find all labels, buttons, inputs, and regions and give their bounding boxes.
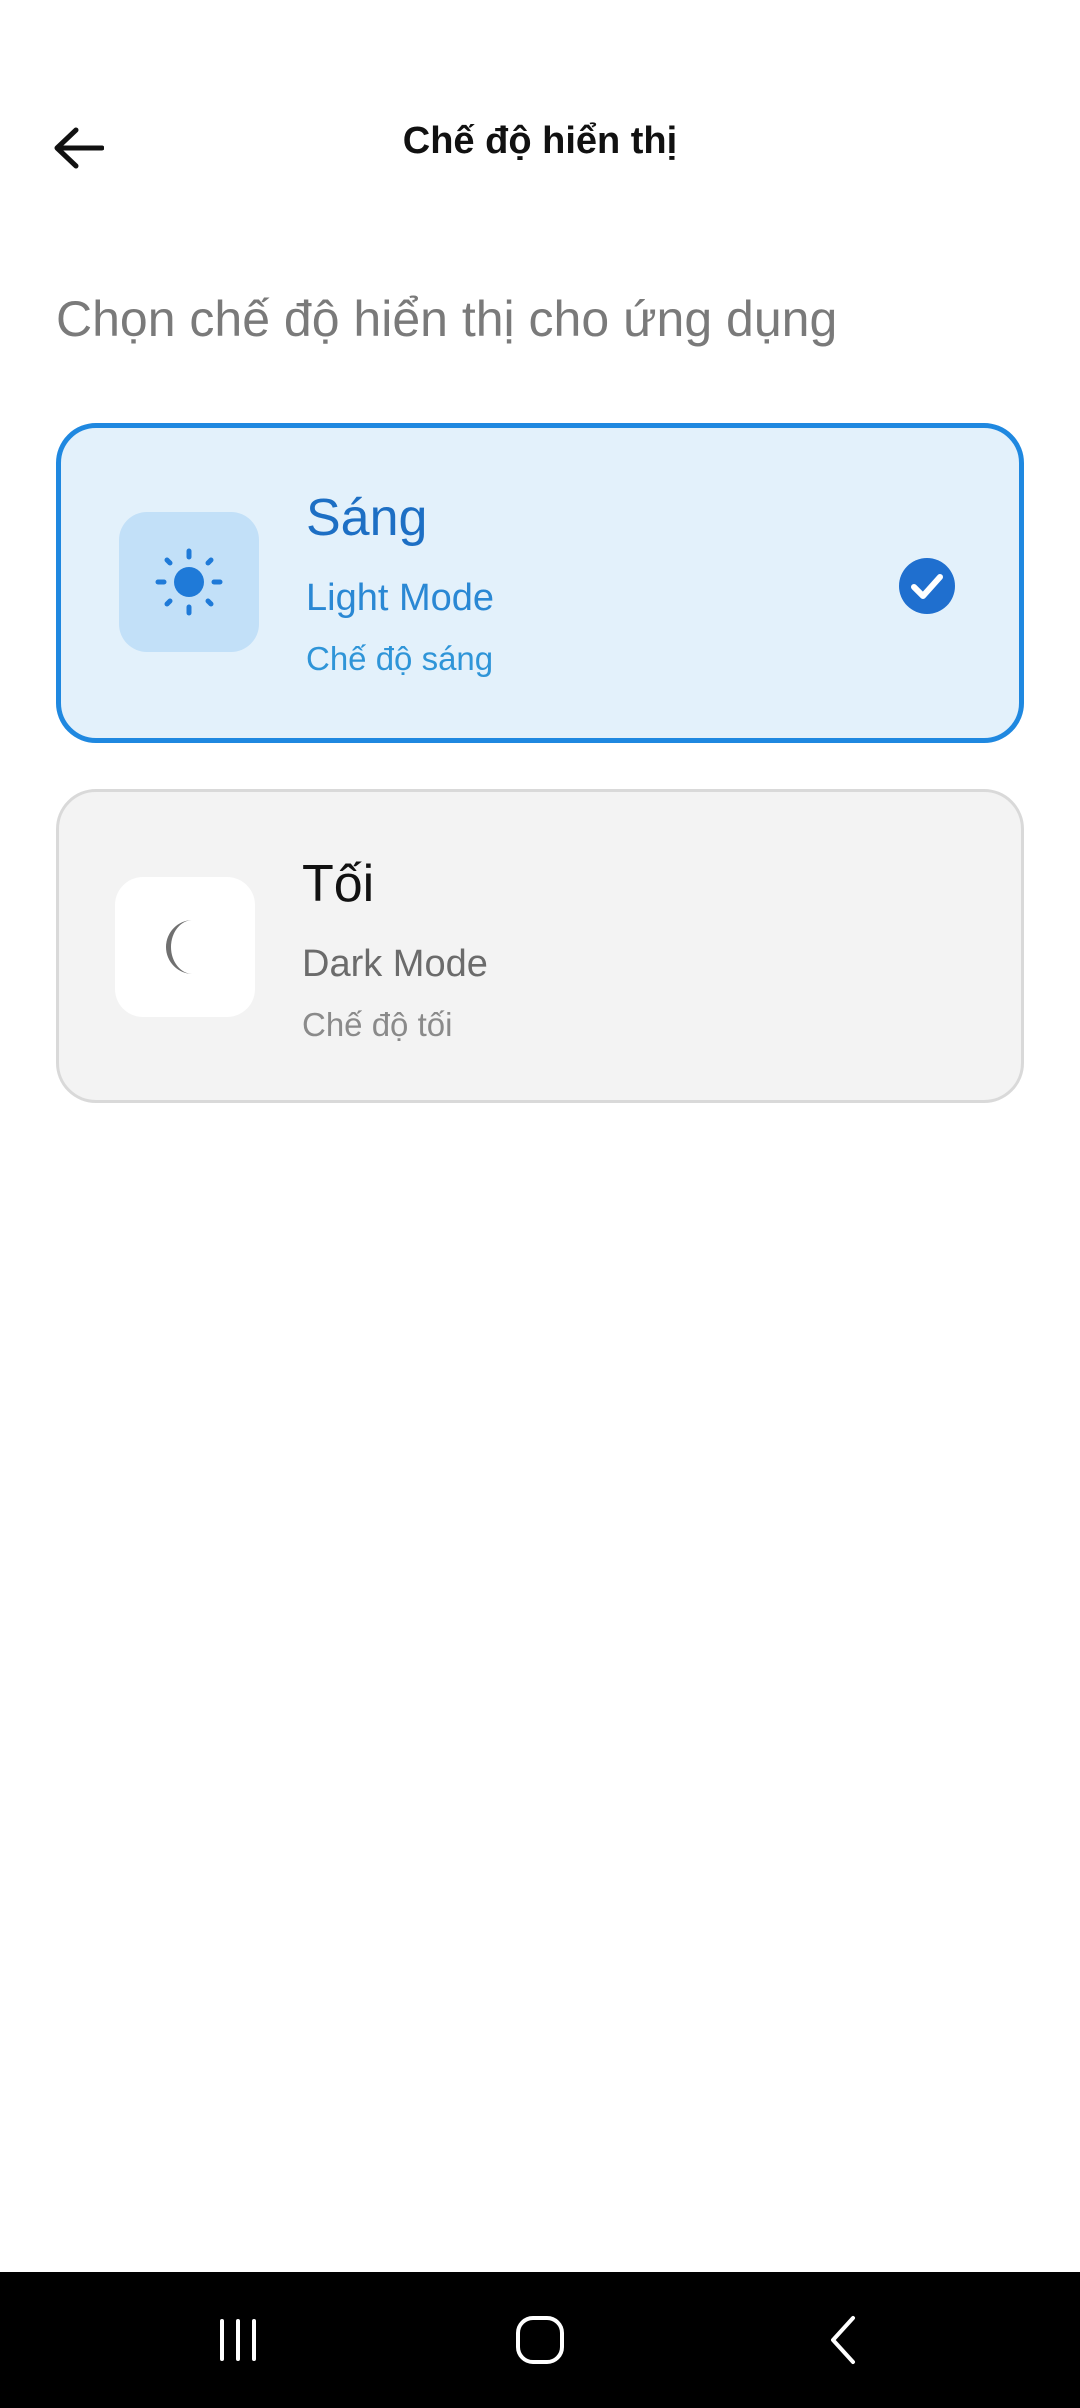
dark-mode-option[interactable]: Tối Dark Mode Chế độ tối bbox=[56, 789, 1024, 1103]
recent-apps-icon bbox=[220, 2319, 256, 2361]
home-button[interactable] bbox=[492, 2302, 588, 2378]
app-bar: Chế độ hiển thị bbox=[0, 80, 1080, 210]
page-title: Chế độ hiển thị bbox=[402, 120, 678, 162]
system-back-button[interactable] bbox=[795, 2302, 891, 2378]
light-mode-text: Sáng Light Mode Chế độ sáng bbox=[306, 488, 494, 678]
option-title: Tối bbox=[302, 855, 375, 913]
sun-icon bbox=[155, 548, 223, 616]
option-vietnamese-label: Chế độ tối bbox=[302, 1006, 453, 1043]
system-navigation-bar bbox=[0, 2272, 1080, 2408]
option-title: Sáng bbox=[306, 489, 428, 547]
moon-icon bbox=[166, 920, 193, 974]
option-english-label: Dark Mode bbox=[302, 943, 488, 985]
check-circle-icon bbox=[899, 558, 955, 614]
dark-mode-icon-tile bbox=[115, 877, 255, 1017]
option-vietnamese-label: Chế độ sáng bbox=[306, 640, 494, 677]
page-subtitle: Chọn chế độ hiển thị cho ứng dụng bbox=[56, 291, 838, 347]
light-mode-option[interactable]: Sáng Light Mode Chế độ sáng bbox=[56, 423, 1024, 743]
nav-back-icon bbox=[831, 2316, 855, 2364]
recent-apps-button[interactable] bbox=[190, 2302, 286, 2378]
light-mode-icon-tile bbox=[119, 512, 259, 652]
option-english-label: Light Mode bbox=[306, 577, 495, 619]
dark-mode-text: Tối Dark Mode Chế độ tối bbox=[302, 854, 488, 1044]
home-icon bbox=[516, 2316, 564, 2364]
